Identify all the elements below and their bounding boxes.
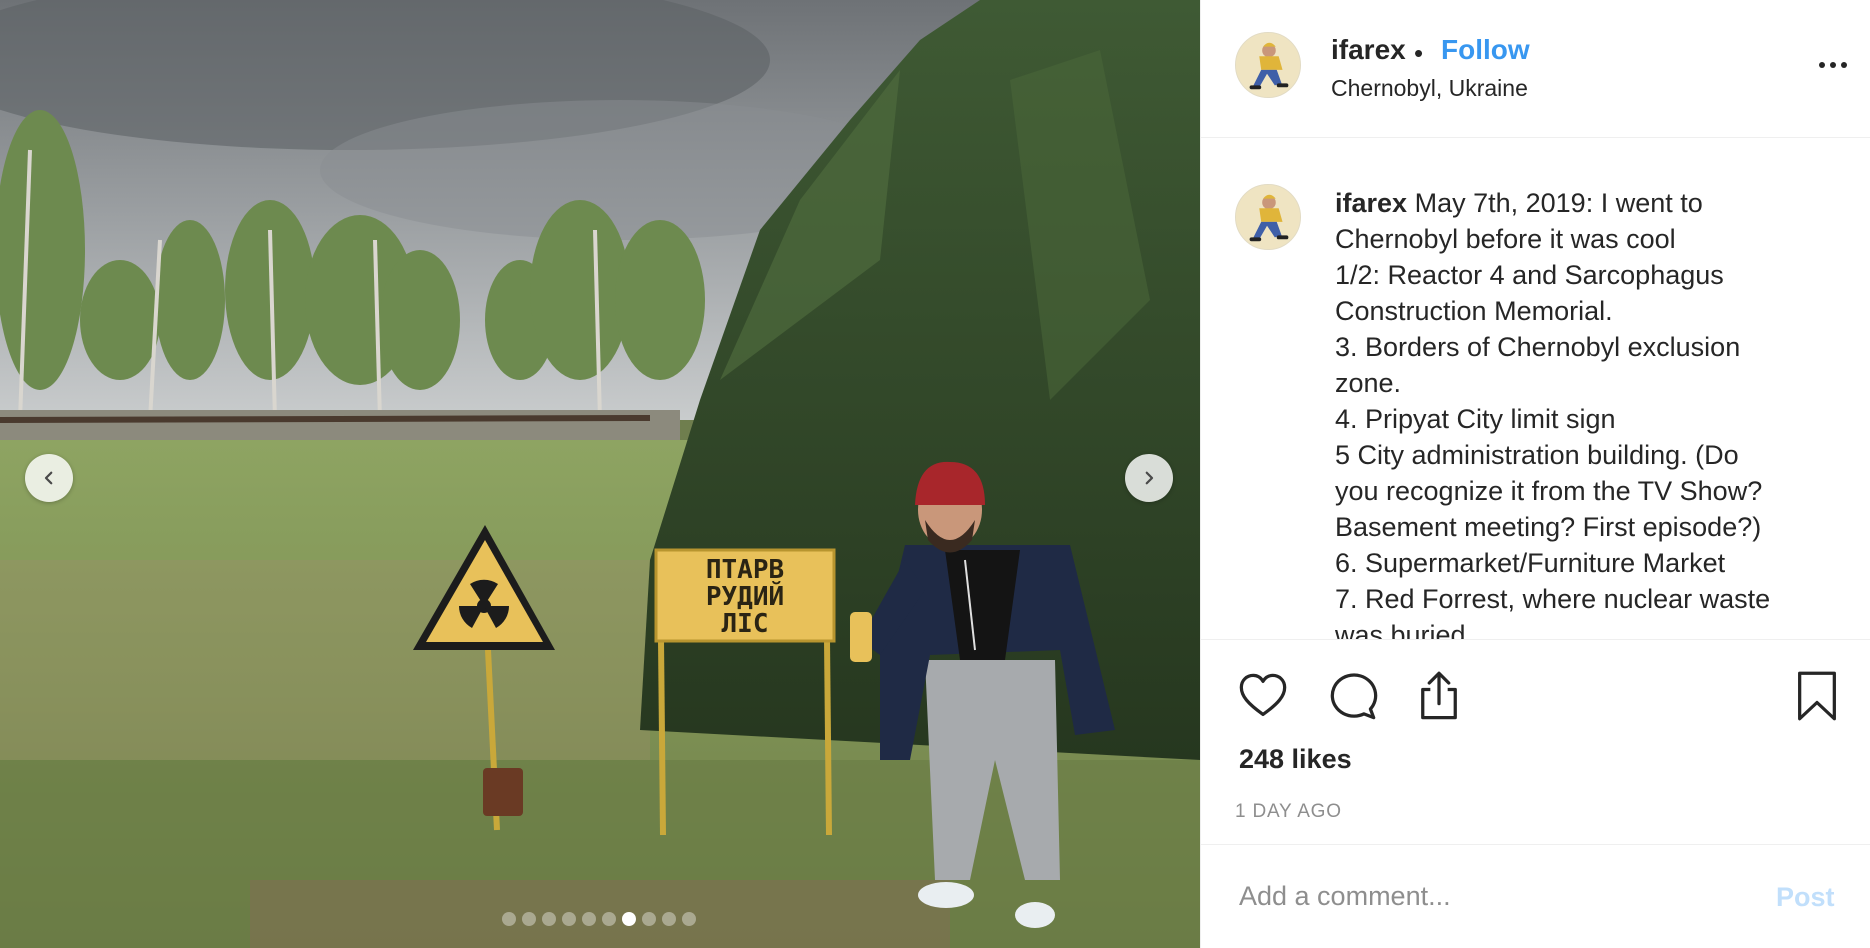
- separator-dot: •: [1414, 38, 1424, 68]
- post-comment-button[interactable]: Post: [1776, 882, 1835, 913]
- sign-line-2: РУДИЙ: [706, 580, 784, 612]
- post-side-panel: ifarex • Follow Chernobyl, Ukraine ifare…: [1200, 0, 1870, 948]
- share-button[interactable]: [1413, 670, 1465, 722]
- caption-line: you recognize it from the TV Show?: [1335, 476, 1763, 506]
- caption-line: zone.: [1335, 368, 1402, 398]
- caption-line: Construction Memorial.: [1335, 296, 1613, 326]
- sign-line-3: ЛІС: [722, 609, 769, 639]
- comment-icon: [1330, 673, 1378, 720]
- post-header: ifarex • Follow Chernobyl, Ukraine: [1201, 0, 1870, 138]
- caption-line: 7. Red Forrest, where nuclear waste: [1335, 584, 1771, 614]
- carousel-dot: [602, 912, 616, 926]
- caption-username[interactable]: ifarex: [1335, 188, 1407, 218]
- share-icon: [1421, 671, 1457, 720]
- save-button[interactable]: [1791, 670, 1843, 722]
- comment-input[interactable]: [1239, 874, 1739, 918]
- carousel-dot: [502, 912, 516, 926]
- carousel-dot: [662, 912, 676, 926]
- caption-line: 3. Borders of Chernobyl exclusion: [1335, 332, 1741, 362]
- carousel-previous-button[interactable]: [25, 454, 73, 502]
- caption-line: was buried: [1335, 620, 1466, 639]
- carousel-dot: [642, 912, 656, 926]
- carousel-dot: [542, 912, 556, 926]
- post-timestamp[interactable]: 1 DAY AGO: [1235, 801, 1342, 823]
- carousel-dot: [582, 912, 596, 926]
- comment-form: Post: [1201, 846, 1870, 948]
- caption-line: 4. Pripyat City limit sign: [1335, 404, 1616, 434]
- comment-button[interactable]: [1326, 670, 1378, 722]
- carousel-dot: [622, 912, 636, 926]
- likes-count[interactable]: 248 likes: [1239, 744, 1352, 775]
- carousel-dot: [522, 912, 536, 926]
- caption-line: May 7th, 2019: I went to: [1414, 188, 1703, 218]
- caption-line: Basement meeting? First episode?): [1335, 512, 1762, 542]
- avatar[interactable]: [1235, 32, 1301, 98]
- chernobyl-photo-illustration: ПТАРВ РУДИЙ ЛІС: [0, 0, 1200, 948]
- caption-section: ifarex May 7th, 2019: I went to Chernoby…: [1201, 139, 1870, 639]
- caption-line: 1/2: Reactor 4 and Sarcophagus: [1335, 260, 1724, 290]
- chevron-left-icon: [44, 471, 53, 485]
- post-photo[interactable]: ПТАРВ РУДИЙ ЛІС: [0, 0, 1200, 948]
- chevron-right-icon: [1145, 471, 1154, 485]
- post-actions: 248 likes 1 DAY AGO: [1201, 639, 1870, 845]
- caption-line: 5 City administration building. (Do: [1335, 440, 1739, 470]
- more-options-icon[interactable]: [1813, 50, 1853, 80]
- like-button[interactable]: [1237, 670, 1289, 722]
- carousel-dot: [562, 912, 576, 926]
- sign-line-1: ПТАРВ: [706, 555, 784, 585]
- follow-button[interactable]: Follow: [1441, 34, 1530, 66]
- carousel-next-button[interactable]: [1125, 454, 1173, 502]
- header-username[interactable]: ifarex: [1331, 34, 1406, 66]
- caption-avatar[interactable]: [1235, 184, 1301, 250]
- post-location[interactable]: Chernobyl, Ukraine: [1331, 75, 1528, 102]
- caption-line: Chernobyl before it was cool: [1335, 224, 1676, 254]
- heart-icon: [1239, 673, 1287, 717]
- carousel-indicator: [502, 912, 696, 926]
- carousel-dot: [682, 912, 696, 926]
- post-caption: ifarex May 7th, 2019: I went to Chernoby…: [1335, 185, 1835, 639]
- bookmark-icon: [1798, 671, 1836, 721]
- caption-line: 6. Supermarket/Furniture Market: [1335, 548, 1726, 578]
